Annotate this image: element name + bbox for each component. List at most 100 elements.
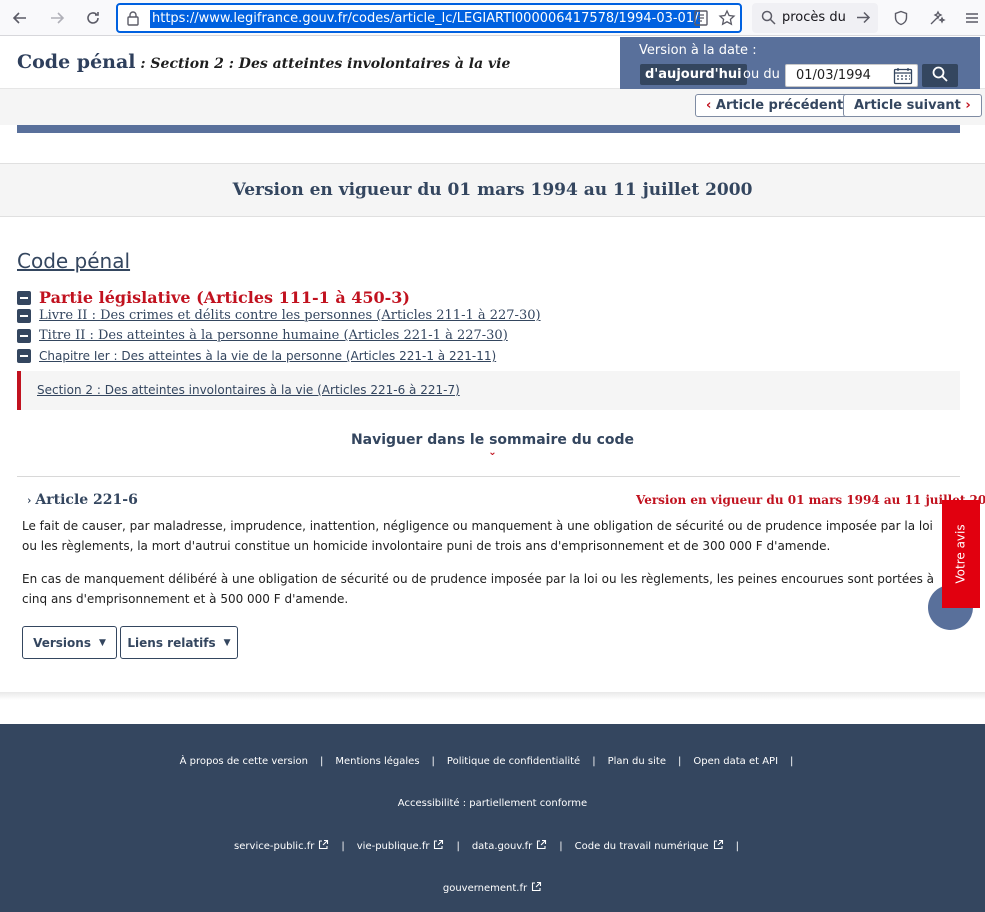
next-article-label: Article suivant: [854, 98, 961, 113]
page-title: Code pénal : Section 2 : Des atteintes i…: [17, 51, 510, 73]
collapse-icon[interactable]: [17, 290, 31, 305]
today-button[interactable]: d'aujourd'hui: [640, 64, 747, 85]
content-shadow: [0, 692, 985, 700]
toc-item-label[interactable]: Livre II : Des crimes et délits contre l…: [39, 308, 541, 323]
footer-link-service-public[interactable]: service-public.fr: [234, 839, 329, 852]
reload-icon[interactable]: [81, 6, 105, 30]
footer-link-sitemap[interactable]: Plan du site: [608, 756, 666, 767]
reader-view-icon[interactable]: [692, 9, 710, 31]
versions-label: Versions: [33, 635, 91, 650]
toc-item-label[interactable]: Chapitre Ier : Des atteintes à la vie de…: [39, 349, 496, 363]
search-text: procès du s: [782, 10, 848, 25]
date-search-button[interactable]: [922, 64, 958, 87]
toc-current-section-label[interactable]: Section 2 : Des atteintes involontaires …: [37, 383, 460, 397]
article-navigation: ‹ Article précédent Article suivant ›: [0, 89, 985, 125]
search-icon: [761, 10, 776, 29]
footer-link-data-gouv[interactable]: data.gouv.fr: [472, 839, 547, 852]
chevron-right-icon: ›: [27, 494, 32, 507]
back-icon[interactable]: [8, 6, 32, 30]
divider: [17, 476, 960, 477]
collapse-icon[interactable]: [17, 349, 31, 363]
browser-toolbar: https://www.legifrance.gouv.fr/codes/art…: [0, 0, 985, 36]
related-links-dropdown[interactable]: Liens relatifs ▼: [120, 626, 238, 659]
forward-icon[interactable]: [45, 6, 69, 30]
footer-link-legal[interactable]: Mentions légales: [335, 756, 419, 767]
chevron-down-icon: ⌄: [488, 447, 497, 458]
shield-icon[interactable]: [889, 6, 913, 30]
toc-item-label[interactable]: Titre II : Des atteintes à la personne h…: [39, 328, 508, 343]
versions-dropdown[interactable]: Versions ▼: [22, 626, 117, 659]
chevron-down-icon: ▼: [223, 637, 231, 648]
footer-link-about[interactable]: À propos de cette version: [180, 756, 308, 767]
article-title-text: Article 221-6: [35, 492, 138, 508]
section-title: Section 2 : Des atteintes involontaires …: [150, 56, 511, 72]
footer-link-privacy[interactable]: Politique de confidentialité: [447, 756, 580, 767]
toc-item-livre-ii[interactable]: Livre II : Des crimes et délits contre l…: [17, 308, 541, 323]
url-text[interactable]: https://www.legifrance.gouv.fr/codes/art…: [150, 10, 701, 28]
feedback-label: Votre avis: [954, 524, 969, 584]
version-banner-text: Version en vigueur du 01 mars 1994 au 11…: [232, 180, 753, 200]
or-label: ou du: [743, 67, 780, 82]
footer-link-gouvernement[interactable]: gouvernement.fr: [443, 881, 542, 894]
footer-link-vie-publique[interactable]: vie-publique.fr: [357, 839, 445, 852]
footer-link-label: Code du travail numérique: [574, 841, 709, 852]
footer-link-code-travail[interactable]: Code du travail numérique: [575, 839, 724, 852]
calendar-icon[interactable]: [893, 67, 913, 89]
footer-links-row: À propos de cette version | Mentions légal…: [179, 756, 794, 767]
article-title[interactable]: › Article 221-6: [27, 492, 138, 508]
date-input[interactable]: 01/03/1994: [785, 64, 918, 87]
version-date-panel: Version à la date : d'aujourd'hui ou du …: [620, 37, 980, 89]
header-strip: [17, 125, 960, 133]
browser-search-box[interactable]: procès du s: [752, 3, 878, 33]
footer-link-label: gouvernement.fr: [442, 883, 528, 894]
chevron-right-icon: ›: [965, 98, 971, 113]
related-links-label: Liens relatifs: [127, 635, 216, 650]
collapse-icon[interactable]: [17, 328, 31, 343]
version-banner: Version en vigueur du 01 mars 1994 au 11…: [0, 163, 985, 217]
title-separator: :: [135, 56, 151, 72]
external-link-icon: [434, 839, 444, 850]
toc-item-chapitre-ier[interactable]: Chapitre Ier : Des atteintes à la vie de…: [17, 349, 496, 363]
footer-link-label: vie-publique.fr: [356, 841, 430, 852]
article-paragraph: En cas de manquement délibéré à une obli…: [22, 572, 934, 606]
search-go-icon[interactable]: [856, 10, 871, 29]
bookmark-star-icon[interactable]: [718, 9, 736, 31]
toc-item-titre-ii[interactable]: Titre II : Des atteintes à la personne h…: [17, 328, 508, 343]
menu-icon[interactable]: [960, 6, 984, 30]
previous-article-label: Article précédent: [715, 98, 844, 113]
article-version: Version en vigueur du 01 mars 1994 au 11…: [636, 493, 985, 507]
footer-link-label: service-public.fr: [234, 841, 315, 852]
external-link-icon: [532, 881, 542, 892]
search-icon: [932, 66, 948, 86]
navigate-toc-toggle[interactable]: Naviguer dans le sommaire du code ⌄: [0, 432, 985, 458]
toc-item-label[interactable]: Partie législative (Articles 111-1 à 450…: [39, 288, 410, 307]
date-value: 01/03/1994: [796, 68, 871, 83]
feedback-button[interactable]: Votre avis: [942, 500, 980, 608]
footer-external-row: service-public.fr | vie-publique.fr | data.g…: [234, 839, 739, 852]
extensions-icon[interactable]: [925, 6, 949, 30]
footer-link-accessibility[interactable]: Accessibilité : partiellement conforme: [398, 798, 587, 809]
footer-link-opendata[interactable]: Open data et API: [693, 756, 778, 767]
version-label: Version à la date :: [639, 43, 757, 58]
chevron-left-icon: ‹: [706, 98, 712, 113]
next-article-button[interactable]: Article suivant ›: [843, 94, 982, 117]
footer-link-label: data.gouv.fr: [471, 841, 533, 852]
previous-article-button[interactable]: ‹ Article précédent: [695, 94, 855, 117]
footer-gouvernement-row: gouvernement.fr: [0, 881, 985, 894]
navigate-toc-label[interactable]: Naviguer dans le sommaire du code: [351, 432, 634, 448]
article-paragraph: Le fait de causer, par maladresse, impru…: [22, 519, 933, 553]
code-title: Code pénal: [17, 51, 136, 73]
site-header: Code pénal : Section 2 : Des atteintes i…: [0, 37, 985, 89]
lock-icon: [126, 10, 140, 30]
toc-current-section[interactable]: Section 2 : Des atteintes involontaires …: [17, 371, 960, 410]
external-link-icon: [319, 839, 329, 850]
toc-title[interactable]: Code pénal: [17, 249, 130, 273]
external-link-icon: [713, 839, 723, 850]
url-bar[interactable]: https://www.legifrance.gouv.fr/codes/art…: [116, 3, 742, 33]
collapse-icon[interactable]: [17, 308, 31, 323]
toc-item-partie-legislative[interactable]: Partie législative (Articles 111-1 à 450…: [17, 288, 410, 307]
chevron-down-icon: ▼: [98, 637, 106, 648]
external-link-icon: [537, 839, 547, 850]
footer-accessibility: Accessibilité : partiellement conforme: [0, 798, 985, 809]
footer: À propos de cette version | Mentions légal…: [0, 724, 985, 912]
